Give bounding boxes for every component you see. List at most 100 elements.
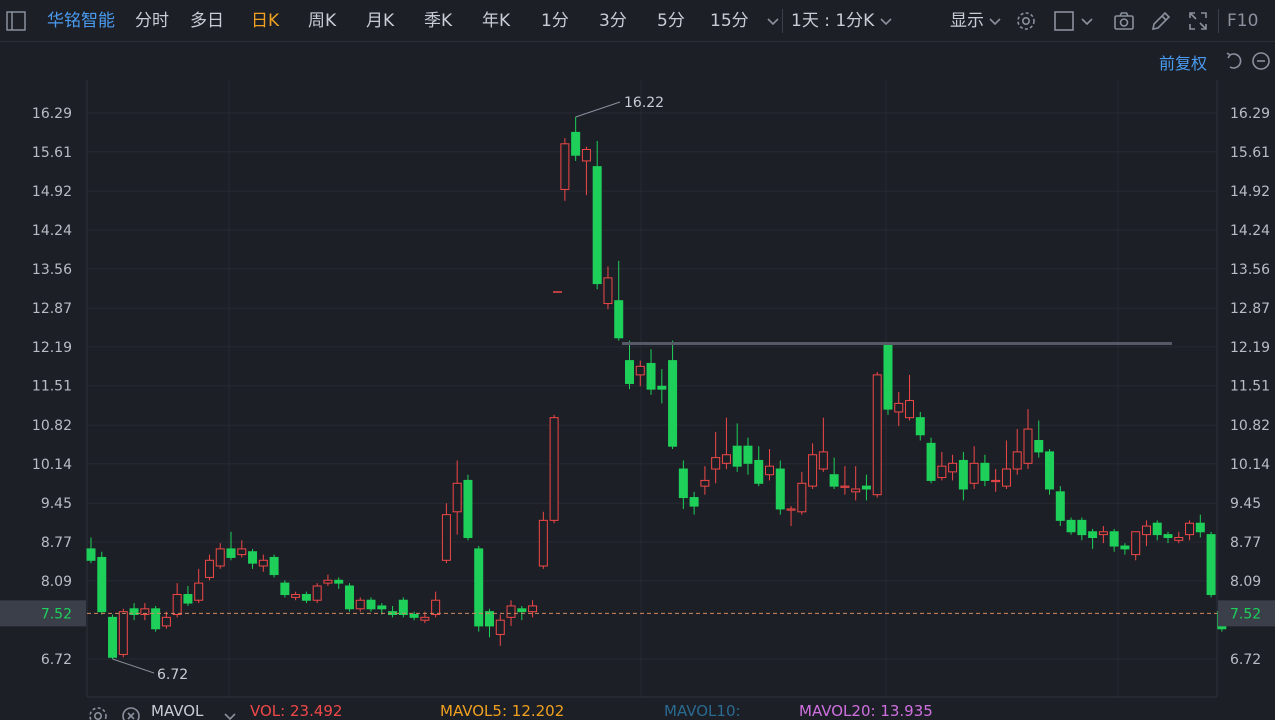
- tab-period-yearly-k[interactable]: 年K: [482, 0, 510, 42]
- candle-body: [237, 548, 247, 556]
- candle-body: [506, 605, 516, 618]
- candle-body: [1088, 531, 1098, 538]
- candle-body: [1195, 522, 1205, 533]
- y-tick-label-right: 8.09: [1230, 574, 1261, 590]
- candle-body: [204, 559, 214, 578]
- tab-period-quarterly-k[interactable]: 季K: [424, 0, 452, 42]
- zoom-out-icon[interactable]: [1249, 49, 1273, 73]
- candlestick-chart[interactable]: 16.29 16.29 15.61 15.61 14.92 14.92 14.24 14.24…: [0, 80, 1275, 700]
- tab-period-weekly-k[interactable]: 周K: [308, 0, 336, 42]
- candle-body: [1131, 531, 1141, 556]
- toolbar: 华铭智能 分时 多日 日K 周K 月K 季K 年K 1分 3分 5分 15分 1…: [0, 0, 1275, 42]
- chevron-down-icon[interactable]: [983, 9, 1007, 33]
- gear-icon[interactable]: [86, 704, 108, 720]
- candle-body: [991, 479, 1001, 483]
- candle-body: [334, 579, 344, 584]
- tab-period-3min[interactable]: 3分: [599, 0, 627, 42]
- candle-body: [528, 605, 538, 613]
- indicator-mavol5: MAVOL5: 12.202: [440, 702, 565, 720]
- candle-body: [603, 277, 613, 305]
- toolbar-divider: [1218, 9, 1219, 33]
- camera-icon[interactable]: [1112, 9, 1136, 33]
- y-tick-label-right: 6.72: [1230, 652, 1261, 668]
- candle-body: [86, 548, 96, 561]
- candle-body: [183, 594, 193, 604]
- sidebar-toggle-icon[interactable]: [4, 9, 28, 33]
- candle-body: [409, 613, 419, 618]
- adjust-mode-button[interactable]: 前复权: [1159, 50, 1207, 74]
- multi-period-select[interactable]: 1天 : 1分K: [791, 0, 874, 42]
- candle-body: [1045, 451, 1055, 490]
- square-icon[interactable]: [1052, 9, 1076, 33]
- y-tick-label-left: 8.09: [41, 574, 72, 590]
- candle-body: [775, 468, 785, 510]
- y-tick-label-right: 10.82: [1230, 418, 1270, 434]
- candle-body: [732, 445, 742, 467]
- candle-body: [786, 508, 796, 511]
- candle-body: [894, 402, 904, 413]
- tab-period-monthly-k[interactable]: 月K: [366, 0, 394, 42]
- candle-body: [269, 556, 279, 576]
- candle-body: [614, 300, 624, 339]
- candle-body: [765, 465, 775, 476]
- indicator-select[interactable]: MAVOL: [151, 702, 203, 720]
- display-menu[interactable]: 显示: [950, 0, 984, 42]
- candle-body: [797, 482, 807, 513]
- candle-body: [958, 459, 968, 490]
- candle-body: [323, 579, 333, 584]
- chevron-down-icon[interactable]: [874, 9, 898, 33]
- tab-period-15min[interactable]: 15分: [710, 0, 749, 42]
- y-tick-label-right: 10.14: [1230, 457, 1270, 473]
- candle-body: [861, 485, 871, 490]
- y-tick-label-right: 15.61: [1230, 145, 1270, 161]
- fullscreen-icon[interactable]: [1186, 9, 1210, 33]
- y-tick-label-left: 16.29: [32, 106, 72, 122]
- candle-body: [463, 479, 473, 538]
- gear-icon[interactable]: [1014, 9, 1038, 33]
- tab-period-multiday[interactable]: 多日: [190, 0, 224, 42]
- candle-body: [581, 149, 591, 162]
- candle-body: [1001, 468, 1011, 487]
- candle-body: [1012, 451, 1022, 470]
- pencil-icon[interactable]: [1149, 9, 1173, 33]
- chevron-down-icon[interactable]: [218, 704, 240, 720]
- candle-body: [1152, 522, 1162, 536]
- candle-body: [1206, 534, 1216, 596]
- candle-body: [1077, 519, 1087, 536]
- candle-body: [872, 374, 882, 496]
- candle-body: [431, 599, 441, 615]
- candle-body: [1055, 491, 1065, 521]
- candle-body: [538, 519, 548, 567]
- chevron-down-icon[interactable]: [1075, 9, 1099, 33]
- y-tick-label-left: 13.56: [32, 262, 72, 278]
- candle-body: [441, 514, 451, 561]
- candle-body: [721, 454, 731, 464]
- y-tick-label-left: 10.82: [32, 418, 72, 434]
- candle-body: [151, 608, 161, 630]
- candle-body: [108, 616, 118, 658]
- candle-body: [969, 462, 979, 484]
- candle-body: [258, 559, 268, 567]
- y-tick-label-right: 14.24: [1230, 223, 1270, 239]
- chart-grid: 16.29 16.29 15.61 15.61 14.92 14.92 14.24 14.24…: [0, 80, 1275, 700]
- candle-body: [571, 131, 581, 156]
- tab-period-daily-k[interactable]: 日K: [251, 0, 279, 42]
- tab-period-5min[interactable]: 5分: [657, 0, 685, 42]
- candle-body: [743, 445, 753, 464]
- candle-body: [915, 417, 925, 436]
- y-tick-label-right: 12.87: [1230, 301, 1270, 317]
- indicator-vol: VOL: 23.492: [250, 702, 343, 720]
- tab-period-intraday[interactable]: 分时: [135, 0, 169, 42]
- candle-body: [226, 548, 236, 558]
- f10-button[interactable]: F10: [1227, 0, 1258, 42]
- stock-name[interactable]: 华铭智能: [47, 0, 115, 42]
- candle-body: [851, 488, 861, 493]
- tab-period-1min[interactable]: 1分: [541, 0, 569, 42]
- candle-body: [711, 457, 721, 470]
- y-tick-label-left: 12.87: [32, 301, 72, 317]
- high-annotation-label: 16.22: [624, 95, 664, 111]
- close-icon[interactable]: [119, 704, 141, 720]
- y-tick-label-left: 10.14: [32, 457, 72, 473]
- undo-icon[interactable]: [1223, 49, 1247, 73]
- candle-body: [1066, 519, 1076, 533]
